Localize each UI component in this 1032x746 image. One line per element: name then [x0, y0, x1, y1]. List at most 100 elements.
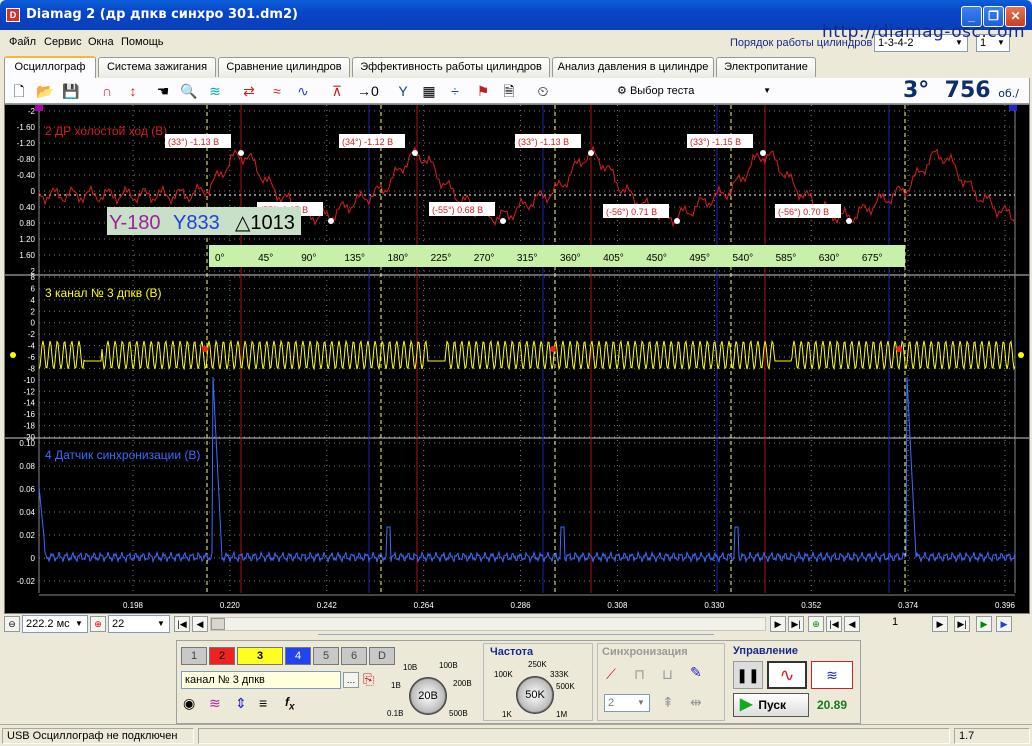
voltage-knob[interactable]: 20В	[409, 677, 447, 715]
zoom-out-icon[interactable]: ⊖	[4, 616, 20, 632]
zoom-select[interactable]: 22 ▼	[108, 615, 170, 633]
frame-last-button[interactable]: ▶|	[954, 616, 970, 632]
marker-icon[interactable]: ⚑	[473, 81, 493, 101]
loop-icon[interactable]: ∩	[97, 81, 117, 101]
split-icon[interactable]: ÷	[445, 81, 465, 101]
open-folder-icon[interactable]: 📂	[35, 81, 55, 101]
status-text: USB Осциллограф не подключен	[2, 728, 194, 744]
channel-5-button[interactable]: 5	[313, 647, 339, 665]
auto-timer-icon[interactable]: ⏲	[533, 81, 553, 101]
auto-scale-icon[interactable]: ⊼	[327, 81, 347, 101]
cursor-a-value: Y-180	[109, 212, 161, 234]
grid-icon[interactable]: ▦	[419, 81, 439, 101]
menu-help[interactable]: Помощь	[121, 36, 164, 48]
y-tick-label: 0.06	[19, 485, 35, 494]
first-frame-button[interactable]: |◀	[174, 616, 190, 632]
save-icon[interactable]: 💾	[61, 81, 81, 101]
time-scrollbar[interactable]	[210, 617, 766, 631]
lines-icon[interactable]: ≡	[259, 695, 267, 711]
tab-cylinder-pressure[interactable]: Анализ давления в цилиндре	[552, 57, 714, 77]
timebase-select[interactable]: 222.2 мс ▼	[22, 615, 88, 633]
x-tick-label: 0.198	[123, 601, 144, 610]
menu-file[interactable]: Файл	[9, 36, 36, 48]
sync-level-icon[interactable]: ⇞	[662, 694, 674, 711]
scope-canvas[interactable]: -2 -1.60 -1.20 -0.80 -0.40 0 0.40 0.80 1.20 1.60 2…	[5, 105, 1029, 613]
zero-icon[interactable]: →0	[357, 81, 379, 101]
frame-next-button[interactable]: ▶	[932, 616, 948, 632]
min-label: (-56°) 0.70 В	[778, 207, 829, 217]
single-mode-button[interactable]: ∿	[767, 661, 807, 689]
watermark: http://diamag-osc.com	[822, 22, 1026, 42]
degree-tick: 45°	[258, 253, 273, 264]
channel-2-button[interactable]: 2	[209, 647, 235, 665]
frequency-knob[interactable]: 50K	[516, 676, 554, 714]
channel-3-button[interactable]: 3	[237, 647, 283, 665]
play-button[interactable]: ▶	[976, 616, 992, 632]
menu-service[interactable]: Сервис	[44, 36, 82, 48]
play-fast-button[interactable]: ▶	[996, 616, 1012, 632]
frame-prev-button[interactable]: ◀	[844, 616, 860, 632]
zoom-icon[interactable]: 🔍	[179, 81, 199, 101]
sync-channel-select[interactable]: 2 ▼	[604, 694, 650, 712]
voltage-label: 500В	[449, 709, 468, 718]
y-tick-label: 1.20	[19, 235, 35, 244]
tab-ignition[interactable]: Система зажигания	[98, 57, 216, 77]
more-button[interactable]: …	[343, 672, 359, 688]
play-icon: ▶	[740, 696, 753, 713]
rising-edge-icon[interactable]: ⟋	[606, 666, 616, 683]
filter-icon[interactable]: Y	[393, 81, 413, 101]
eye-icon[interactable]: ◉	[183, 695, 195, 712]
hand-pan-icon[interactable]: ☚	[153, 81, 173, 101]
next-frame-button[interactable]: ▶	[770, 616, 786, 632]
updown-icon[interactable]: ⇕	[235, 695, 247, 712]
degree-tick: 495°	[689, 253, 710, 264]
add-frame-button[interactable]: ⊕	[808, 616, 824, 632]
scroll-thumb[interactable]	[211, 618, 225, 630]
oscilloscope-area[interactable]: -2 -1.60 -1.20 -0.80 -0.40 0 0.40 0.80 1.20 1.60 2…	[4, 104, 1030, 614]
channel-d-button[interactable]: D	[369, 647, 395, 665]
degree-tick: 540°	[733, 253, 754, 264]
function-icon[interactable]: fx	[285, 695, 295, 712]
y-tick-label: 8	[31, 273, 36, 282]
pulse-up-icon[interactable]: ⊓	[634, 666, 645, 683]
new-file-icon[interactable]: 🗋	[9, 81, 29, 101]
channel-6-button[interactable]: 6	[341, 647, 367, 665]
wave-multi-icon[interactable]: ≈	[267, 81, 287, 101]
frequency-title: Частота	[490, 646, 534, 658]
sync-shift-icon[interactable]: ⇹	[690, 694, 702, 711]
y-tick-label: 0.80	[19, 219, 35, 228]
y-tick-label: 0.40	[19, 203, 35, 212]
panel-splitter[interactable]	[318, 634, 714, 639]
tab-power[interactable]: Электропитание	[716, 57, 816, 77]
tab-cylinder-efficiency[interactable]: Эффективность работы цилиндров	[352, 57, 550, 77]
min-label: (-55°) 0.68 В	[432, 205, 483, 215]
menu-windows[interactable]: Окна	[88, 36, 114, 48]
tab-cylinder-compare[interactable]: Сравнение цилиндров	[218, 57, 350, 77]
frame-first-button[interactable]: |◀	[826, 616, 842, 632]
prev-frame-button[interactable]: ◀	[192, 616, 208, 632]
y-tick-label: 2	[31, 307, 36, 316]
channel-1-button[interactable]: 1	[181, 647, 207, 665]
status-spacer	[198, 728, 950, 744]
ch4-title: 4 Датчик синхронизации (В)	[45, 448, 200, 462]
channel-name-field[interactable]: канал № 3 дпкв	[181, 671, 341, 689]
x-tick-label: 0.220	[220, 601, 241, 610]
pulse-down-icon[interactable]: ⊔	[662, 666, 673, 683]
stack-icon[interactable]: ≋	[205, 81, 225, 101]
sync-auto-icon[interactable]: ✎	[690, 664, 702, 681]
notes-icon[interactable]: 🗎	[499, 81, 519, 101]
compress-icon[interactable]: ⇄	[239, 81, 259, 101]
channel-settings-icon[interactable]: ⎘	[363, 671, 374, 688]
wave-invert-icon[interactable]: ∿	[293, 81, 313, 101]
channel-4-button[interactable]: 4	[285, 647, 311, 665]
last-frame-button[interactable]: ▶|	[788, 616, 804, 632]
y-tick-label: 0	[31, 187, 36, 196]
zoom-in-icon[interactable]: ⊕	[90, 616, 106, 632]
pause-button[interactable]: ❚❚	[733, 661, 763, 689]
start-button[interactable]: ▶ Пуск	[733, 693, 809, 717]
cursor-measure-icon[interactable]: ↕	[123, 81, 143, 101]
channel-wave-icon[interactable]: ≋	[209, 695, 221, 712]
tab-oscilloscope[interactable]: Осциллограф	[4, 56, 96, 78]
continuous-mode-button[interactable]: ≋	[811, 661, 853, 689]
select-test-dropdown[interactable]: ⚙ Выбор теста ▼	[617, 81, 775, 101]
